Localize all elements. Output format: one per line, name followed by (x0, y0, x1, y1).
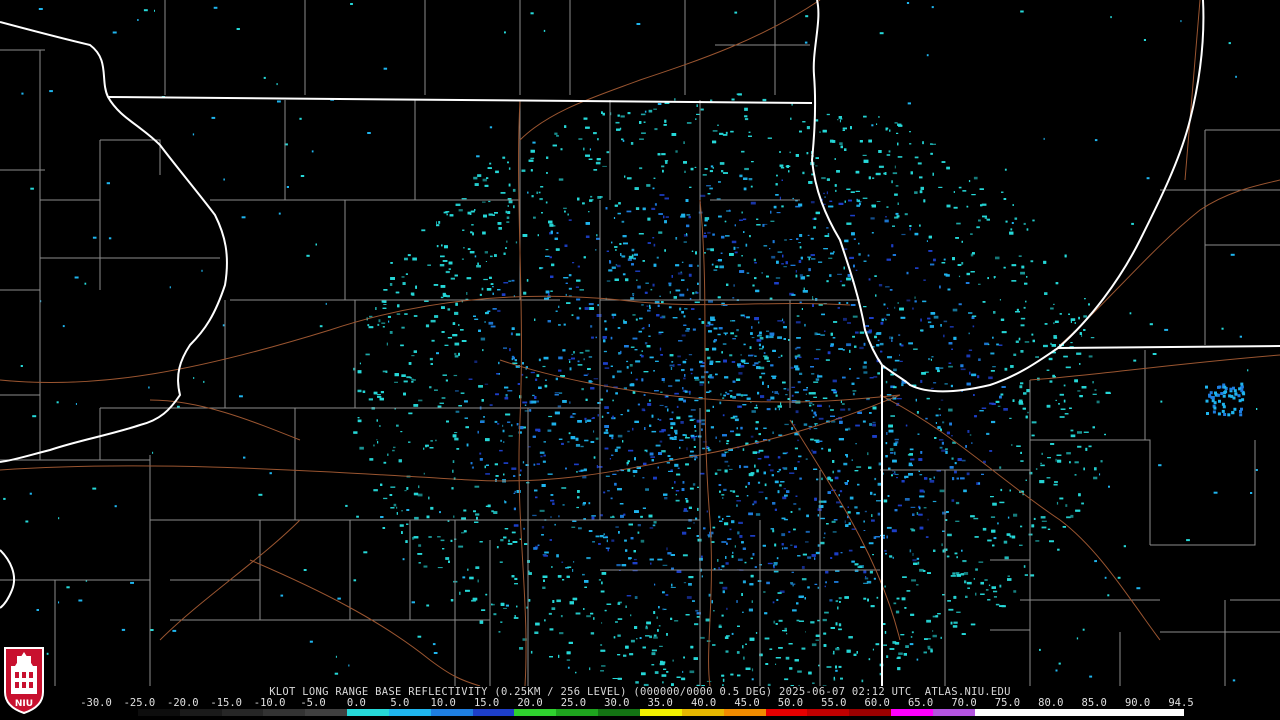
colorbar-tick-label: 15.0 (473, 697, 500, 709)
colorbar-tick-label: 25.0 (560, 697, 587, 709)
colorbar-tick-label: 5.0 (390, 697, 410, 709)
colorbar-swatch (514, 709, 557, 716)
colorbar-tick-label: 20.0 (517, 697, 543, 709)
colorbar-tick-label: 40.0 (690, 697, 717, 709)
colorbar-tick-label: 70.0 (951, 697, 977, 709)
colorbar-tick-label: -25.0 (123, 697, 156, 709)
colorbar-swatch (305, 709, 348, 716)
colorbar-swatch (472, 709, 515, 716)
colorbar-swatch (1058, 709, 1101, 716)
colorbar-tick-label: 35.0 (647, 697, 673, 709)
colorbar-tick-label: -30.0 (80, 697, 112, 709)
colorbar-swatch (96, 709, 138, 716)
colorbar-swatch (974, 709, 1017, 716)
colorbar-swatch (556, 709, 599, 716)
colorbar (96, 709, 1184, 716)
colorbar-tick-label: 50.0 (777, 697, 804, 709)
colorbar-swatch (681, 709, 724, 716)
colorbar-tick-label: -15.0 (210, 697, 242, 709)
colorbar-swatch (347, 709, 389, 716)
colorbar-tick-label: 60.0 (864, 697, 890, 709)
niu-logo-icon: NIU (4, 647, 44, 714)
colorbar-swatch (430, 709, 473, 716)
colorbar-swatch (598, 709, 640, 716)
colorbar-tick-label: 55.0 (821, 697, 847, 709)
colorbar-swatch (1100, 709, 1143, 716)
colorbar-tick-label: 65.0 (907, 697, 934, 709)
colorbar-tick-label: 45.0 (734, 697, 760, 709)
colorbar-swatch (723, 709, 766, 716)
colorbar-tick-label: -20.0 (166, 697, 199, 709)
colorbar-tick-label: 94.5 (1168, 697, 1194, 709)
colorbar-swatch (639, 709, 682, 716)
colorbar-tick-label: 85.0 (1081, 697, 1107, 709)
colorbar-tick-label: -5.0 (300, 697, 326, 709)
colorbar-swatch (388, 709, 431, 716)
colorbar-tick-label: 80.0 (1038, 697, 1064, 709)
colorbar-swatch (765, 709, 808, 716)
colorbar-tick-label: 0.0 (346, 697, 366, 709)
colorbar-swatch (137, 709, 180, 716)
radar-map (0, 0, 1280, 686)
colorbar-swatch (1142, 709, 1184, 716)
colorbar-swatch (263, 709, 306, 716)
colorbar-tick-label: 90.0 (1124, 697, 1151, 709)
colorbar-swatch (849, 709, 892, 716)
colorbar-tick-label: 10.0 (430, 697, 456, 709)
colorbar-swatch (1016, 709, 1059, 716)
colorbar-swatch (807, 709, 850, 716)
colorbar-swatch (932, 709, 975, 716)
colorbar-tick-label: -10.0 (253, 697, 286, 709)
colorbar-swatch (179, 709, 222, 716)
colorbar-tick-labels: -30.0 -25.0 -20.0 -15.0 -10.0 -5.0 0.0 5.0 10.0 1… (80, 697, 1200, 709)
colorbar-swatch (891, 709, 933, 716)
colorbar-tick-label: 30.0 (604, 697, 630, 709)
colorbar-swatch (221, 709, 264, 716)
colorbar-tick-label: 75.0 (994, 697, 1021, 709)
